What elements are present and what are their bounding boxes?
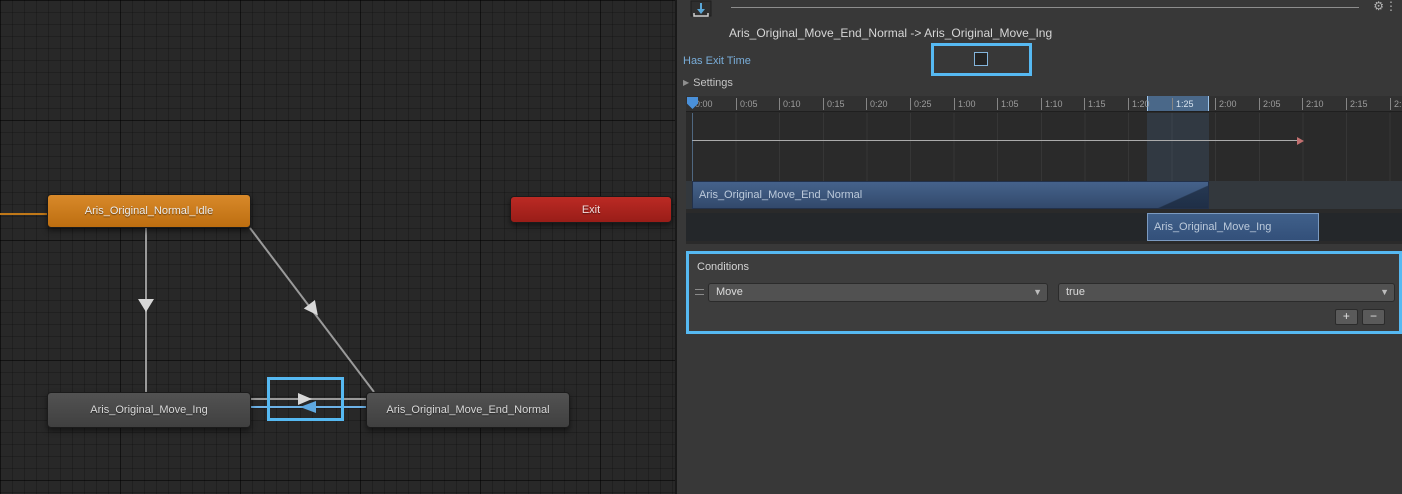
condition-value-dropdown[interactable]: true ▼ bbox=[1058, 283, 1395, 302]
inspector-panel: ⚙ ⋮ Aris_Original_Move_End_Normal -> Ari… bbox=[679, 0, 1402, 494]
timeline-tick: 2:15 bbox=[1346, 98, 1368, 110]
settings-foldout[interactable]: ▶ Settings bbox=[683, 77, 733, 89]
timeline-tick: 1:05 bbox=[997, 98, 1019, 110]
remove-condition-button[interactable]: − bbox=[1362, 309, 1385, 325]
crossfade-region[interactable] bbox=[1154, 182, 1209, 209]
transition-range-column bbox=[1147, 113, 1209, 181]
source-clip-bar[interactable]: Aris_Original_Move_End_Normal bbox=[692, 181, 1209, 209]
state-node-move-end-normal[interactable]: Aris_Original_Move_End_Normal bbox=[366, 392, 570, 428]
conditions-section: Conditions Move ▼ true ▼ + − bbox=[686, 251, 1402, 334]
blend-duration-arrow-icon bbox=[1297, 137, 1304, 145]
unity-animator-window: Aris_Original_Normal_Idle Exit Aris_Orig… bbox=[0, 0, 1402, 494]
animator-graph-canvas[interactable]: Aris_Original_Normal_Idle Exit Aris_Orig… bbox=[0, 0, 677, 494]
transition-title: Aris_Original_Move_End_Normal -> Aris_Or… bbox=[729, 26, 1052, 40]
timeline-tick: 0:25 bbox=[910, 98, 932, 110]
timeline-ruler[interactable]: 0:00 0:05 0:10 0:15 0:20 0:25 1:00 1:05 … bbox=[686, 96, 1402, 112]
header-slider[interactable] bbox=[731, 7, 1359, 8]
chevron-down-icon: ▼ bbox=[1380, 284, 1389, 301]
timeline-tick: 0:15 bbox=[823, 98, 845, 110]
destination-clip-row: Aris_Original_Move_Ing bbox=[686, 213, 1402, 241]
selected-transition-highlight bbox=[267, 377, 344, 421]
transition-icon bbox=[690, 0, 712, 17]
condition-value: true bbox=[1066, 286, 1085, 298]
state-label: Aris_Original_Move_Ing bbox=[90, 404, 207, 416]
state-label: Exit bbox=[582, 204, 600, 216]
state-node-exit[interactable]: Exit bbox=[510, 196, 672, 223]
add-condition-button[interactable]: + bbox=[1335, 309, 1358, 325]
timeline-tick: 1:25 bbox=[1172, 98, 1194, 110]
timeline-tick: 2:00 bbox=[1215, 98, 1237, 110]
timeline-tick: 1:15 bbox=[1084, 98, 1106, 110]
settings-label: Settings bbox=[693, 77, 733, 89]
destination-clip-bar[interactable]: Aris_Original_Move_Ing bbox=[1147, 213, 1319, 241]
transition-idle-to-endnormal[interactable] bbox=[250, 228, 374, 392]
chevron-down-icon: ▼ bbox=[1033, 284, 1042, 301]
timeline-preview-area[interactable] bbox=[686, 113, 1402, 181]
timeline-tick: 0:10 bbox=[779, 98, 801, 110]
conditions-header: Conditions bbox=[697, 261, 749, 273]
timeline-tick: 0:20 bbox=[866, 98, 888, 110]
state-node-move-ing[interactable]: Aris_Original_Move_Ing bbox=[47, 392, 251, 428]
timeline-tick: 2:05 bbox=[1259, 98, 1281, 110]
state-node-normal-idle[interactable]: Aris_Original_Normal_Idle bbox=[47, 194, 251, 228]
timeline-tick: 0:05 bbox=[736, 98, 758, 110]
menu-icon[interactable]: ⋮ bbox=[1385, 0, 1397, 13]
destination-clip-label: Aris_Original_Move_Ing bbox=[1154, 221, 1271, 233]
has-exit-time-label: Has Exit Time bbox=[683, 55, 751, 67]
playhead-line bbox=[692, 113, 693, 181]
timeline-tick: 2:10 bbox=[1302, 98, 1324, 110]
timeline-tick: 1:10 bbox=[1041, 98, 1063, 110]
timeline-tick: 1:00 bbox=[954, 98, 976, 110]
condition-row-drag-handle[interactable] bbox=[695, 289, 704, 295]
source-clip-row: Aris_Original_Move_End_Normal bbox=[686, 181, 1402, 209]
blend-duration-line[interactable] bbox=[692, 140, 1298, 141]
foldout-arrow-icon: ▶ bbox=[683, 78, 689, 87]
has-exit-time-highlight bbox=[931, 43, 1032, 76]
state-label: Aris_Original_Normal_Idle bbox=[85, 205, 213, 217]
timeline-tick: 2:2 bbox=[1390, 98, 1402, 110]
timeline-tick: 1:20 bbox=[1128, 98, 1150, 110]
transition-timeline[interactable]: 0:00 0:05 0:10 0:15 0:20 0:25 1:00 1:05 … bbox=[686, 96, 1402, 244]
gear-icon[interactable]: ⚙ bbox=[1373, 0, 1384, 13]
source-clip-label: Aris_Original_Move_End_Normal bbox=[699, 189, 862, 201]
transition-idle-to-moveing[interactable] bbox=[138, 228, 154, 392]
condition-parameter-value: Move bbox=[716, 286, 743, 298]
conditions-toolbar: + − bbox=[1334, 309, 1385, 325]
condition-parameter-dropdown[interactable]: Move ▼ bbox=[708, 283, 1048, 302]
state-label: Aris_Original_Move_End_Normal bbox=[386, 404, 549, 416]
